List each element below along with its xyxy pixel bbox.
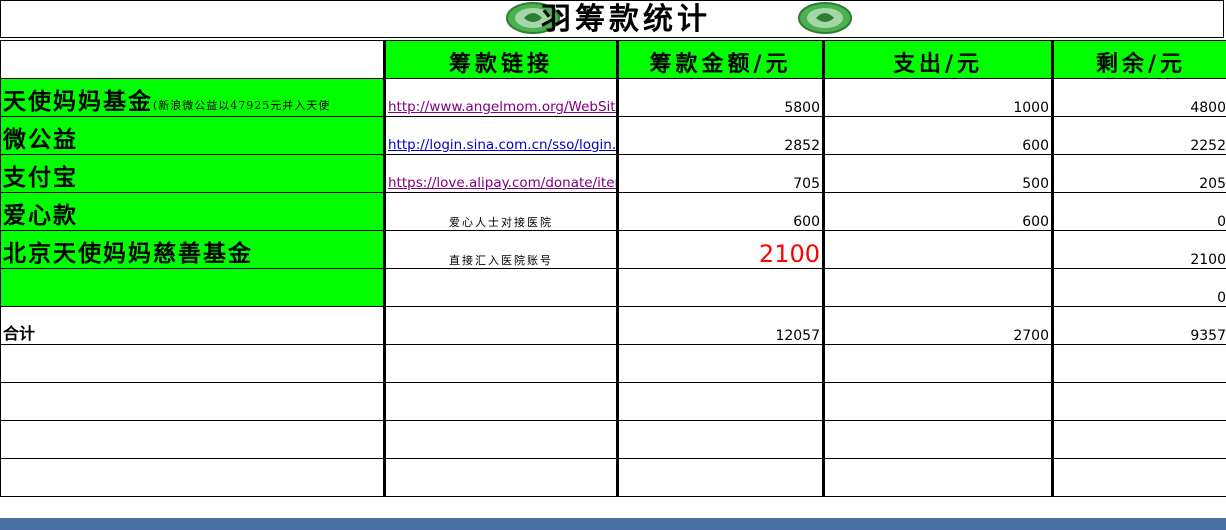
header-amount[interactable]: 筹款金额/元 — [616, 40, 824, 79]
empty-cell[interactable] — [383, 420, 618, 459]
total-remaining[interactable]: 9357 — [1051, 306, 1226, 345]
row-name-cell[interactable]: 北京天使妈妈慈善基金 — [0, 230, 385, 269]
empty-cell[interactable] — [822, 458, 1053, 497]
empty-cell[interactable] — [1051, 382, 1226, 421]
row-name-cell[interactable]: 天使妈妈基金(新浪微公益以47925元并入天使 — [0, 78, 385, 117]
expense-cell[interactable]: 600 — [822, 116, 1053, 155]
empty-header-cell[interactable] — [0, 40, 385, 79]
header-row: 筹款链接 筹款金额/元 支出/元 剩余/元 — [0, 40, 1226, 79]
empty-row — [0, 344, 1226, 383]
expense-cell[interactable]: 600 — [822, 192, 1053, 231]
row-name: 天使妈妈基金 — [3, 88, 153, 115]
link-cell: https://love.alipay.com/donate/itemDetai… — [383, 154, 618, 193]
row-name-cell[interactable]: 微公益 — [0, 116, 385, 155]
empty-cell[interactable] — [383, 458, 618, 497]
empty-cell[interactable] — [0, 382, 385, 421]
total-amount[interactable]: 12057 — [616, 306, 824, 345]
amount-cell[interactable]: 705 — [616, 154, 824, 193]
empty-cell[interactable] — [822, 420, 1053, 459]
title-bar: 羽筹款统计 — [0, 0, 1224, 38]
row-name-cell[interactable]: 支付宝 — [0, 154, 385, 193]
empty-cell[interactable] — [383, 306, 618, 345]
fund-link[interactable]: http://login.sina.com.cn/sso/login.php?u… — [388, 137, 617, 153]
empty-cell[interactable] — [0, 458, 385, 497]
table-row: 北京天使妈妈慈善基金 直接汇入医院账号 2100 2100 — [0, 230, 1226, 269]
empty-cell[interactable] — [1051, 344, 1226, 383]
amount-cell[interactable] — [616, 268, 824, 307]
table-row: 天使妈妈基金(新浪微公益以47925元并入天使 http://www.angel… — [0, 78, 1226, 117]
amount-cell[interactable]: 2852 — [616, 116, 824, 155]
empty-cell[interactable] — [0, 344, 385, 383]
table-row: 微公益 http://login.sina.com.cn/sso/login.p… — [0, 116, 1226, 155]
empty-cell[interactable] — [383, 344, 618, 383]
empty-row — [0, 382, 1226, 421]
expense-cell[interactable] — [822, 268, 1053, 307]
empty-row — [0, 458, 1226, 497]
green-badge-icon — [798, 2, 852, 34]
total-expense[interactable]: 2700 — [822, 306, 1053, 345]
table-row: 0 — [0, 268, 1226, 307]
remaining-cell[interactable]: 2100 — [1051, 230, 1226, 269]
fundraising-table: 筹款链接 筹款金额/元 支出/元 剩余/元 天使妈妈基金(新浪微公益以47925… — [0, 40, 1226, 497]
row-name-cell[interactable]: 爱心款 — [0, 192, 385, 231]
header-link[interactable]: 筹款链接 — [383, 40, 618, 79]
table-row: 支付宝 https://love.alipay.com/donate/itemD… — [0, 154, 1226, 193]
expense-cell[interactable] — [822, 230, 1053, 269]
empty-cell[interactable] — [1051, 458, 1226, 497]
total-label[interactable]: 合计 — [0, 306, 385, 345]
row-name-cell[interactable] — [0, 268, 385, 307]
remaining-cell[interactable]: 4800 — [1051, 78, 1226, 117]
empty-cell[interactable] — [616, 458, 824, 497]
amount-cell-highlighted[interactable]: 2100 — [616, 230, 824, 269]
empty-cell[interactable] — [383, 268, 618, 307]
note-cell[interactable]: 爱心人士对接医院 — [383, 192, 618, 231]
remaining-cell[interactable]: 205 — [1051, 154, 1226, 193]
remaining-cell[interactable]: 2252 — [1051, 116, 1226, 155]
empty-cell[interactable] — [616, 420, 824, 459]
empty-cell[interactable] — [616, 382, 824, 421]
remaining-cell[interactable]: 0 — [1051, 268, 1226, 307]
link-cell: http://www.angelmom.org/WebSite/Child/13… — [383, 78, 618, 117]
empty-cell[interactable] — [822, 382, 1053, 421]
empty-cell[interactable] — [616, 344, 824, 383]
expense-cell[interactable]: 1000 — [822, 78, 1053, 117]
sheet-title: 羽筹款统计 — [541, 2, 711, 37]
link-cell: http://login.sina.com.cn/sso/login.php?u… — [383, 116, 618, 155]
empty-cell[interactable] — [383, 382, 618, 421]
expense-cell[interactable]: 500 — [822, 154, 1053, 193]
window-bottom-edge — [0, 518, 1226, 530]
header-remaining[interactable]: 剩余/元 — [1051, 40, 1226, 79]
empty-cell[interactable] — [822, 344, 1053, 383]
note-cell[interactable]: 直接汇入医院账号 — [383, 230, 618, 269]
empty-cell[interactable] — [0, 420, 385, 459]
fund-link[interactable]: http://www.angelmom.org/WebSite/Child/13… — [388, 99, 617, 115]
header-expense[interactable]: 支出/元 — [822, 40, 1053, 79]
row-note: (新浪微公益以47925元并入天使 — [153, 99, 331, 112]
empty-row — [0, 420, 1226, 459]
empty-cell[interactable] — [1051, 420, 1226, 459]
total-row: 合计 12057 2700 9357 — [0, 306, 1226, 345]
amount-cell[interactable]: 600 — [616, 192, 824, 231]
table-row: 爱心款 爱心人士对接医院 600 600 0 — [0, 192, 1226, 231]
fund-link[interactable]: https://love.alipay.com/donate/itemDetai… — [388, 175, 617, 191]
remaining-cell[interactable]: 0 — [1051, 192, 1226, 231]
amount-cell[interactable]: 5800 — [616, 78, 824, 117]
